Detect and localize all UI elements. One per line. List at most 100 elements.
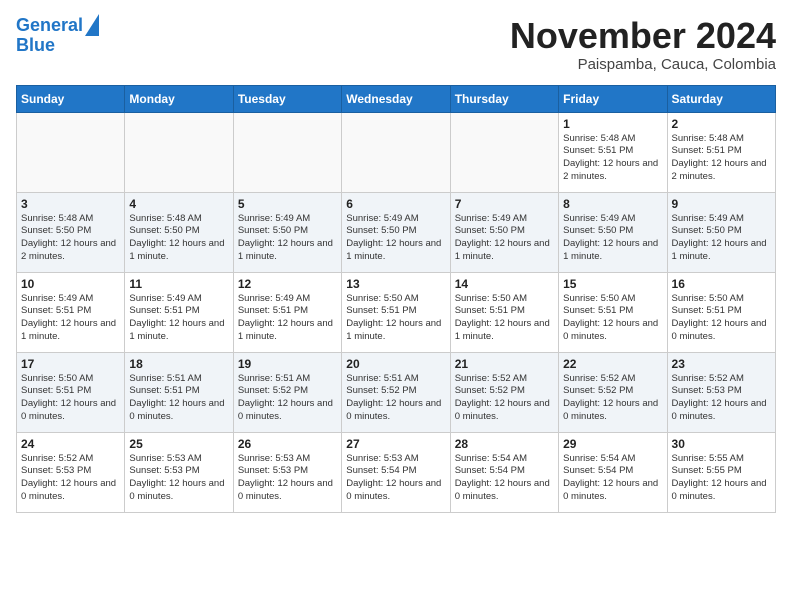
day-info: Sunrise: 5:51 AM Sunset: 5:51 PM Dayligh… bbox=[129, 373, 228, 424]
calendar-cell: 21Sunrise: 5:52 AM Sunset: 5:52 PM Dayli… bbox=[450, 352, 558, 432]
calendar-cell: 18 Sunrise: 5:51 AM Sunset: 5:51 PM Dayli… bbox=[125, 352, 233, 432]
calendar-cell: 6 Sunrise: 5:49 AM Sunset: 5:50 PM Daylig… bbox=[342, 192, 450, 272]
day-number: 8 bbox=[563, 197, 662, 211]
day-info: Sunrise: 5:49 AM Sunset: 5:50 PM Dayligh… bbox=[672, 213, 771, 264]
day-info: Sunrise: 5:52 AM Sunset: 5:52 PM Dayligh… bbox=[563, 373, 662, 424]
calendar-cell: 5 Sunrise: 5:49 AM Sunset: 5:50 PM Daylig… bbox=[233, 192, 341, 272]
day-number: 2 bbox=[672, 117, 771, 131]
day-number: 28 bbox=[455, 437, 554, 451]
day-number: 4 bbox=[129, 197, 228, 211]
logo-text-general: General bbox=[16, 16, 83, 36]
day-info: Sunrise: 5:52 AM Sunset: 5:53 PM Dayligh… bbox=[21, 453, 120, 504]
day-number: 18 bbox=[129, 357, 228, 371]
day-info: Sunrise: 5:49 AM Sunset: 5:50 PM Dayligh… bbox=[563, 213, 662, 264]
day-info: Sunrise: 5:51 AM Sunset: 5:52 PM Dayligh… bbox=[346, 373, 445, 424]
day-info: Sunrise: 5:53 AM Sunset: 5:54 PM Dayligh… bbox=[346, 453, 445, 504]
day-number: 20 bbox=[346, 357, 445, 371]
day-info: Sunrise: 5:52 AM Sunset: 5:53 PM Dayligh… bbox=[672, 373, 771, 424]
day-info: Sunrise: 5:49 AM Sunset: 5:51 PM Dayligh… bbox=[129, 293, 228, 344]
calendar-cell: 30 Sunrise: 5:55 AM Sunset: 5:55 PM Dayli… bbox=[667, 432, 775, 512]
day-info: Sunrise: 5:54 AM Sunset: 5:54 PM Dayligh… bbox=[455, 453, 554, 504]
day-info: Sunrise: 5:49 AM Sunset: 5:51 PM Dayligh… bbox=[21, 293, 120, 344]
day-info: Sunrise: 5:48 AM Sunset: 5:51 PM Dayligh… bbox=[672, 133, 771, 184]
day-number: 14 bbox=[455, 277, 554, 291]
calendar-week-row: 3Sunrise: 5:48 AM Sunset: 5:50 PM Daylig… bbox=[17, 192, 776, 272]
day-number: 12 bbox=[238, 277, 337, 291]
calendar-cell: 8 Sunrise: 5:49 AM Sunset: 5:50 PM Daylig… bbox=[559, 192, 667, 272]
calendar-week-row: 17Sunrise: 5:50 AM Sunset: 5:51 PM Dayli… bbox=[17, 352, 776, 432]
calendar-cell: 25 Sunrise: 5:53 AM Sunset: 5:53 PM Dayli… bbox=[125, 432, 233, 512]
calendar-title: November 2024 bbox=[510, 16, 776, 56]
header-cell-monday: Monday bbox=[125, 85, 233, 112]
day-number: 11 bbox=[129, 277, 228, 291]
header-cell-tuesday: Tuesday bbox=[233, 85, 341, 112]
calendar-cell: 10 Sunrise: 5:49 AM Sunset: 5:51 PM Dayli… bbox=[17, 272, 125, 352]
calendar-cell bbox=[17, 112, 125, 192]
calendar-cell: 4Sunrise: 5:48 AM Sunset: 5:50 PM Daylig… bbox=[125, 192, 233, 272]
calendar-cell: 27 Sunrise: 5:53 AM Sunset: 5:54 PM Dayli… bbox=[342, 432, 450, 512]
day-info: Sunrise: 5:54 AM Sunset: 5:54 PM Dayligh… bbox=[563, 453, 662, 504]
day-number: 3 bbox=[21, 197, 120, 211]
day-number: 26 bbox=[238, 437, 337, 451]
day-info: Sunrise: 5:55 AM Sunset: 5:55 PM Dayligh… bbox=[672, 453, 771, 504]
day-number: 22 bbox=[563, 357, 662, 371]
logo-triangle-icon bbox=[85, 14, 99, 36]
calendar-cell: 24Sunrise: 5:52 AM Sunset: 5:53 PM Dayli… bbox=[17, 432, 125, 512]
calendar-cell: 2 Sunrise: 5:48 AM Sunset: 5:51 PM Daylig… bbox=[667, 112, 775, 192]
header-cell-saturday: Saturday bbox=[667, 85, 775, 112]
calendar-cell bbox=[125, 112, 233, 192]
day-info: Sunrise: 5:50 AM Sunset: 5:51 PM Dayligh… bbox=[455, 293, 554, 344]
calendar-cell bbox=[342, 112, 450, 192]
calendar-week-row: 1 Sunrise: 5:48 AM Sunset: 5:51 PM Daylig… bbox=[17, 112, 776, 192]
calendar-cell: 9 Sunrise: 5:49 AM Sunset: 5:50 PM Daylig… bbox=[667, 192, 775, 272]
day-info: Sunrise: 5:49 AM Sunset: 5:50 PM Dayligh… bbox=[346, 213, 445, 264]
day-number: 27 bbox=[346, 437, 445, 451]
calendar-cell: 28 Sunrise: 5:54 AM Sunset: 5:54 PM Dayli… bbox=[450, 432, 558, 512]
day-number: 15 bbox=[563, 277, 662, 291]
calendar-cell: 15 Sunrise: 5:50 AM Sunset: 5:51 PM Dayli… bbox=[559, 272, 667, 352]
day-number: 16 bbox=[672, 277, 771, 291]
day-info: Sunrise: 5:53 AM Sunset: 5:53 PM Dayligh… bbox=[238, 453, 337, 504]
day-info: Sunrise: 5:50 AM Sunset: 5:51 PM Dayligh… bbox=[672, 293, 771, 344]
day-info: Sunrise: 5:52 AM Sunset: 5:52 PM Dayligh… bbox=[455, 373, 554, 424]
day-number: 29 bbox=[563, 437, 662, 451]
calendar-cell: 20 Sunrise: 5:51 AM Sunset: 5:52 PM Dayli… bbox=[342, 352, 450, 432]
day-info: Sunrise: 5:53 AM Sunset: 5:53 PM Dayligh… bbox=[129, 453, 228, 504]
day-number: 30 bbox=[672, 437, 771, 451]
logo-text-blue: Blue bbox=[16, 36, 55, 56]
calendar-cell bbox=[450, 112, 558, 192]
day-number: 19 bbox=[238, 357, 337, 371]
day-number: 5 bbox=[238, 197, 337, 211]
header-cell-sunday: Sunday bbox=[17, 85, 125, 112]
header-cell-wednesday: Wednesday bbox=[342, 85, 450, 112]
calendar-cell: 12 Sunrise: 5:49 AM Sunset: 5:51 PM Dayli… bbox=[233, 272, 341, 352]
calendar-title-block: November 2024 Paispamba, Cauca, Colombia bbox=[510, 16, 776, 73]
day-info: Sunrise: 5:50 AM Sunset: 5:51 PM Dayligh… bbox=[346, 293, 445, 344]
calendar-cell: 22 Sunrise: 5:52 AM Sunset: 5:52 PM Dayli… bbox=[559, 352, 667, 432]
calendar-cell: 3Sunrise: 5:48 AM Sunset: 5:50 PM Daylig… bbox=[17, 192, 125, 272]
day-info: Sunrise: 5:49 AM Sunset: 5:50 PM Dayligh… bbox=[455, 213, 554, 264]
header-cell-friday: Friday bbox=[559, 85, 667, 112]
calendar-cell: 1 Sunrise: 5:48 AM Sunset: 5:51 PM Daylig… bbox=[559, 112, 667, 192]
calendar-week-row: 10 Sunrise: 5:49 AM Sunset: 5:51 PM Dayli… bbox=[17, 272, 776, 352]
day-number: 23 bbox=[672, 357, 771, 371]
day-number: 6 bbox=[346, 197, 445, 211]
day-info: Sunrise: 5:48 AM Sunset: 5:51 PM Dayligh… bbox=[563, 133, 662, 184]
header-cell-thursday: Thursday bbox=[450, 85, 558, 112]
day-number: 10 bbox=[21, 277, 120, 291]
day-number: 25 bbox=[129, 437, 228, 451]
calendar-table: SundayMondayTuesdayWednesdayThursdayFrid… bbox=[16, 85, 776, 513]
calendar-header-row: SundayMondayTuesdayWednesdayThursdayFrid… bbox=[17, 85, 776, 112]
day-info: Sunrise: 5:49 AM Sunset: 5:51 PM Dayligh… bbox=[238, 293, 337, 344]
calendar-cell bbox=[233, 112, 341, 192]
calendar-subtitle: Paispamba, Cauca, Colombia bbox=[510, 56, 776, 73]
day-info: Sunrise: 5:49 AM Sunset: 5:50 PM Dayligh… bbox=[238, 213, 337, 264]
day-number: 1 bbox=[563, 117, 662, 131]
calendar-cell: 17Sunrise: 5:50 AM Sunset: 5:51 PM Dayli… bbox=[17, 352, 125, 432]
calendar-cell: 29 Sunrise: 5:54 AM Sunset: 5:54 PM Dayli… bbox=[559, 432, 667, 512]
day-number: 9 bbox=[672, 197, 771, 211]
day-info: Sunrise: 5:50 AM Sunset: 5:51 PM Dayligh… bbox=[563, 293, 662, 344]
calendar-cell: 7Sunrise: 5:49 AM Sunset: 5:50 PM Daylig… bbox=[450, 192, 558, 272]
page-header: General Blue November 2024 Paispamba, Ca… bbox=[16, 16, 776, 73]
calendar-cell: 26 Sunrise: 5:53 AM Sunset: 5:53 PM Dayli… bbox=[233, 432, 341, 512]
